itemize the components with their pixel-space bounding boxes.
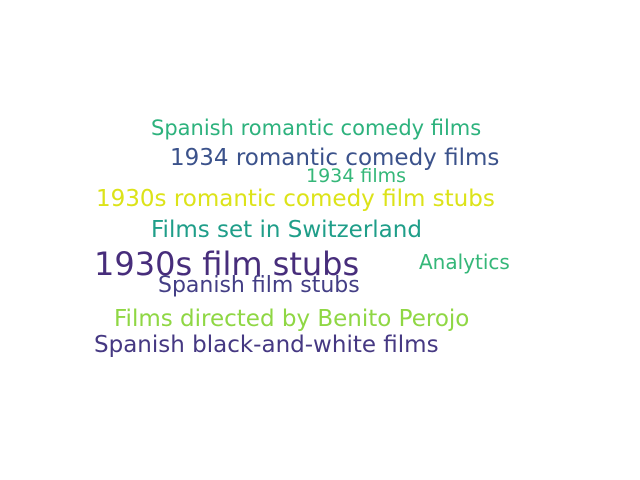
word-films-directed-by-benito-perojo: Films directed by Benito Perojo: [114, 306, 470, 332]
word-spanish-black-and-white-films: Spanish black-and-white films: [94, 332, 439, 358]
word-spanish-romantic-comedy-films: Spanish romantic comedy films: [151, 116, 482, 140]
word-films-set-in-switzerland: Films set in Switzerland: [151, 217, 422, 243]
word-cloud: Spanish romantic comedy films 1934 roman…: [0, 0, 640, 480]
word-1930s-romantic-comedy-film-stubs: 1930s romantic comedy film stubs: [96, 186, 495, 212]
word-1934-films: 1934 films: [306, 165, 407, 187]
word-spanish-film-stubs: Spanish film stubs: [158, 273, 360, 298]
word-analytics: Analytics: [419, 250, 510, 274]
